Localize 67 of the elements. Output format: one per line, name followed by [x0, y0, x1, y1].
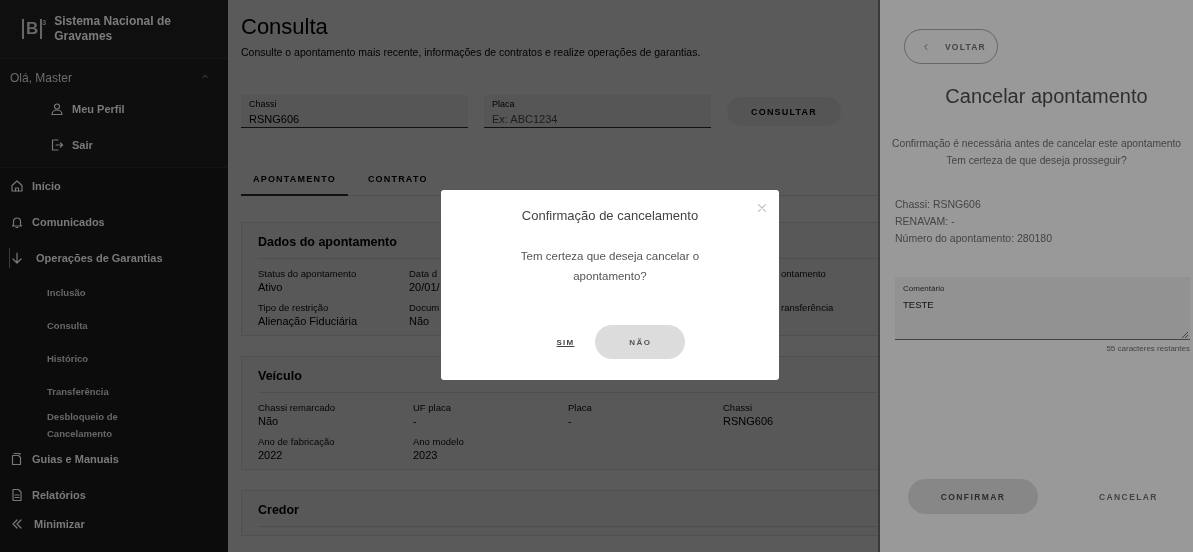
no-button[interactable]: NÃO — [595, 325, 686, 359]
minimize-button[interactable]: Minimizar — [0, 513, 228, 531]
chevron-left-icon — [921, 41, 931, 52]
sidebar-subitem[interactable]: Consulta — [0, 309, 157, 342]
panel-title: Cancelar apontamento — [944, 85, 1149, 108]
sidebar-subitem[interactable]: Inclusão — [0, 276, 157, 309]
close-icon — [756, 202, 768, 214]
logout-icon — [50, 138, 64, 152]
field-label: Chassi — [723, 402, 753, 413]
app-name: Sistema Nacional de Gravames — [54, 14, 172, 44]
dialog-title: Confirmação de cancelamento — [521, 208, 699, 223]
card-title: Credor — [258, 491, 878, 527]
tab[interactable]: APONTAMENTO — [241, 166, 348, 196]
home-icon — [10, 179, 24, 193]
field-label: UF placa — [413, 402, 451, 413]
search-button[interactable]: CONSULTAR — [727, 97, 841, 126]
confirm-button[interactable]: CONFIRMAR — [908, 479, 1038, 514]
detail-text: RENAVAM: - — [895, 214, 955, 229]
sidebar-subitem[interactable]: Desbloqueio de Cancelamento — [0, 408, 157, 441]
field-label: ontamento — [781, 268, 826, 279]
yes-link[interactable]: SIM — [554, 335, 577, 349]
sidebar-item[interactable]: Operações de Garantias — [0, 240, 228, 276]
field-value: - — [413, 415, 417, 427]
user-menu-toggle[interactable]: Olá, Master — [0, 65, 228, 91]
field-value: Não — [258, 415, 279, 427]
field-label: Docum — [409, 302, 440, 313]
field-label: Data d — [409, 268, 437, 279]
bell-icon — [10, 215, 24, 229]
arrow-down-icon — [10, 251, 24, 265]
field-label: Placa — [568, 402, 592, 413]
sidebar-item[interactable]: Início — [0, 168, 228, 204]
field-value: 2023 — [413, 449, 438, 461]
field-label: ransferência — [781, 302, 834, 313]
field-label: Chassi — [249, 99, 277, 109]
cancel-button[interactable]: CANCELAR — [1095, 487, 1162, 506]
confirmation-message: Tem certeza de que deseja prosseguir? — [946, 154, 1127, 168]
field-label: Tipo de restrição — [258, 302, 329, 313]
tab[interactable]: CONTRATO — [355, 166, 440, 196]
field-value: 2022 — [258, 449, 283, 461]
resize-handle-icon — [1181, 331, 1188, 338]
double-chevron-left-icon — [10, 517, 24, 531]
user-menu-item[interactable]: Meu Perfil — [0, 91, 228, 127]
detail-text: Chassi: RSNG606 — [895, 197, 981, 212]
close-button[interactable] — [756, 202, 768, 214]
character-counter: 55 caracteres restantes — [1105, 344, 1190, 353]
sidebar-subitem[interactable]: Histórico — [0, 342, 157, 375]
user-menu-item[interactable]: Sair — [0, 127, 228, 163]
sidebar-item[interactable]: Comunicados — [0, 204, 228, 240]
confirmation-message: Confirmação é necessária antes de cancelar este apontamento — [891, 137, 1182, 151]
field-value: Ativo — [258, 281, 283, 293]
field-label: Status do apontamento — [258, 268, 357, 279]
documents-icon — [10, 452, 24, 466]
detail-text: Número do apontamento: 280180 — [895, 231, 1053, 246]
field-label: Ano de fabricação — [258, 436, 335, 447]
field-label: Ano modelo — [413, 436, 464, 447]
field-value: - — [568, 415, 572, 427]
sidebar-subitem[interactable]: Transferência — [0, 375, 157, 408]
field-label: Placa — [492, 99, 515, 109]
page-subtitle: Consulte o apontamento mais recente, informações de contratos e realize operações de garantias. — [241, 46, 701, 58]
field-label: Chassi remarcado — [258, 402, 336, 413]
sidebar-item[interactable]: Guias e Manuais — [0, 441, 228, 477]
user-icon — [50, 102, 64, 116]
document-icon — [10, 488, 24, 502]
page-title: Consulta — [241, 14, 328, 40]
field-value: Não — [409, 315, 430, 327]
sidebar-item[interactable]: Relatórios — [0, 477, 228, 513]
field-label: Comentário — [903, 284, 945, 293]
